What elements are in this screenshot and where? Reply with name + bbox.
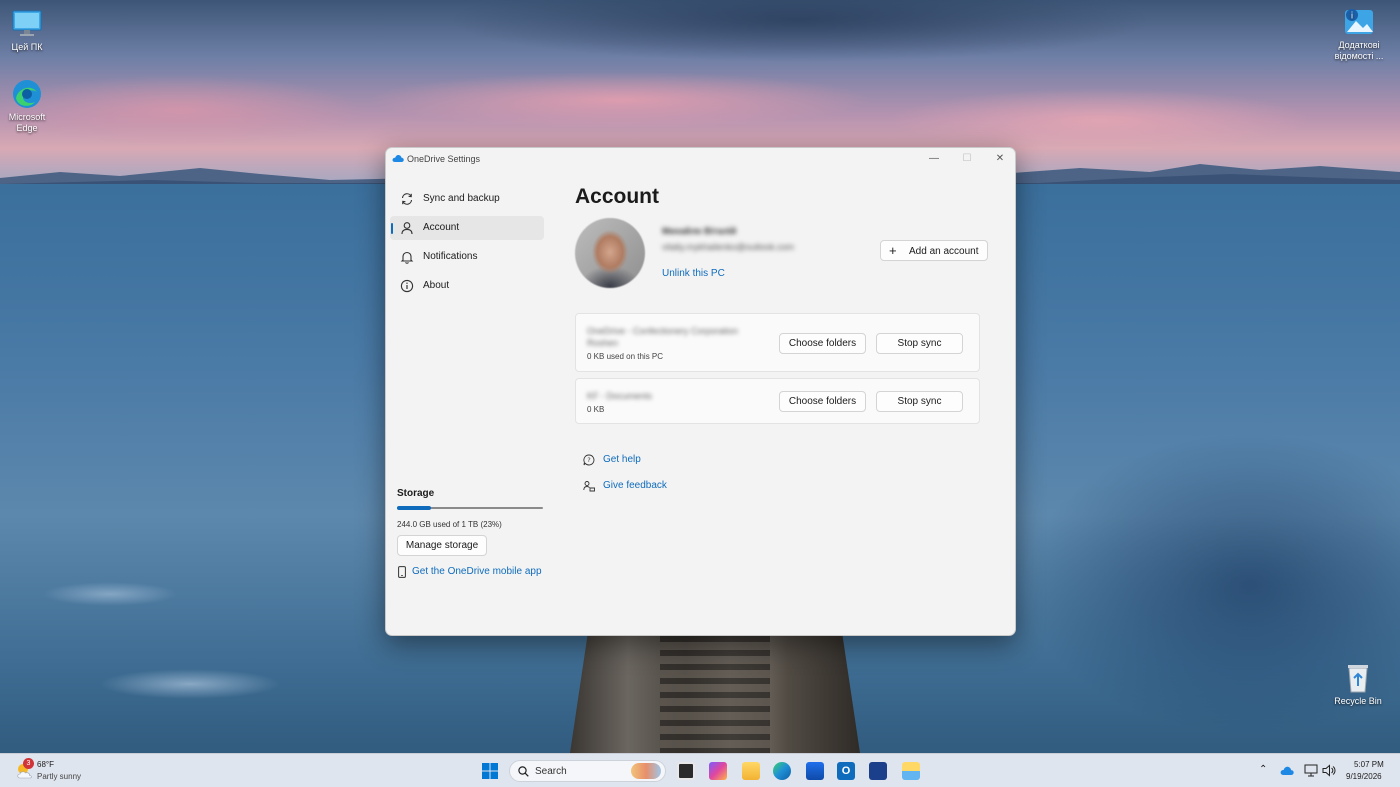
nav-item-label: About xyxy=(423,280,450,291)
edge-icon xyxy=(11,78,43,110)
get-help-link[interactable]: Get help xyxy=(603,454,641,465)
unlink-pc-link[interactable]: Unlink this PC xyxy=(662,268,725,279)
avatar xyxy=(575,218,645,288)
choose-folders-button[interactable]: Choose folders xyxy=(779,333,866,354)
sync-icon xyxy=(401,193,413,205)
desktop-icon-this-pc[interactable]: Цей ПК xyxy=(0,8,57,53)
sync-item-name: OneDrive - Confectionery Corporation xyxy=(587,326,739,336)
volume-icon[interactable] xyxy=(1322,764,1336,777)
onedrive-settings-window: OneDrive Settings — ☐ ✕ Sync and backup … xyxy=(385,147,1016,636)
sync-item-usage: 0 KB xyxy=(587,405,605,414)
feedback-icon xyxy=(583,481,595,492)
desktop-icon-label: Recycle Bin xyxy=(1334,696,1382,706)
give-feedback-link[interactable]: Give feedback xyxy=(603,480,667,491)
minimize-button[interactable]: — xyxy=(919,150,949,168)
desktop-icon-recycle-bin[interactable]: Recycle Bin xyxy=(1328,662,1388,707)
recycle-bin-icon xyxy=(1342,662,1374,694)
clock-time[interactable]: 5:07 PM xyxy=(1354,760,1384,769)
plus-icon: + xyxy=(889,243,897,258)
outlook-icon[interactable]: O xyxy=(837,762,855,780)
storage-progress-bar xyxy=(397,506,543,510)
file-explorer-icon[interactable] xyxy=(742,762,760,780)
phone-icon xyxy=(398,566,406,578)
store-icon[interactable] xyxy=(806,762,824,780)
account-name: Михайло Віталій xyxy=(662,226,737,236)
onedrive-cloud-icon xyxy=(392,155,404,162)
search-highlight-icon xyxy=(631,763,661,779)
taskbar: 3 68°F Partly sunny Search O ⌃ 5:07 PM 9… xyxy=(0,753,1400,787)
storage-progress-fill xyxy=(397,506,431,510)
stop-sync-button[interactable]: Stop sync xyxy=(876,391,963,412)
svg-text:i: i xyxy=(1351,12,1354,22)
search-placeholder: Search xyxy=(535,766,567,777)
terminal-icon[interactable] xyxy=(869,762,887,780)
photo-info-icon: i xyxy=(1343,6,1375,38)
task-view-icon[interactable] xyxy=(677,762,695,780)
storage-summary: 244.0 GB used of 1 TB (23%) xyxy=(397,520,502,529)
wallpaper-pier-planks xyxy=(660,636,770,753)
info-icon xyxy=(400,279,414,293)
page-title: Account xyxy=(575,185,659,208)
window-title: OneDrive Settings xyxy=(407,154,481,164)
stop-sync-button[interactable]: Stop sync xyxy=(876,333,963,354)
sync-item: KF - Documents 0 KB Choose folders Stop … xyxy=(575,378,980,424)
search-icon xyxy=(518,766,529,777)
clock-date[interactable]: 9/19/2026 xyxy=(1346,772,1382,781)
weather-temperature[interactable]: 68°F xyxy=(37,760,54,769)
storage-heading: Storage xyxy=(397,488,435,499)
monitor-icon xyxy=(11,8,43,40)
taskbar-search-box[interactable]: Search xyxy=(509,760,666,782)
add-account-label: Add an account xyxy=(909,246,979,257)
active-indicator xyxy=(391,223,393,234)
nav-item-about[interactable]: About xyxy=(390,274,544,298)
copilot-icon[interactable] xyxy=(709,762,727,780)
manage-storage-button[interactable]: Manage storage xyxy=(397,535,487,556)
chevron-up-icon[interactable]: ⌃ xyxy=(1259,764,1267,775)
desktop-icon-edge[interactable]: Microsoft Edge xyxy=(0,78,57,134)
network-icon[interactable] xyxy=(1304,764,1318,777)
weather-alert-badge: 3 xyxy=(23,758,34,769)
onedrive-tray-icon[interactable] xyxy=(1280,765,1294,776)
help-icon: ? xyxy=(583,454,595,466)
folder-sync-icon[interactable] xyxy=(902,762,920,780)
choose-folders-button[interactable]: Choose folders xyxy=(779,391,866,412)
sync-item-name: KF - Documents xyxy=(587,391,653,401)
desktop-icon-label: Додаткові відомості ... xyxy=(1334,40,1384,61)
sync-item-usage: 0 KB used on this PC xyxy=(587,352,664,361)
add-account-button[interactable]: + Add an account xyxy=(880,240,988,261)
edge-taskbar-icon[interactable] xyxy=(773,762,791,780)
sync-item-name-line2: Roshen xyxy=(587,338,619,348)
title-bar[interactable]: OneDrive Settings — ☐ ✕ xyxy=(386,148,1015,170)
start-icon[interactable] xyxy=(481,762,499,780)
get-mobile-app-link[interactable]: Get the OneDrive mobile app xyxy=(412,566,542,577)
nav-item-label: Sync and backup xyxy=(423,193,500,204)
svg-text:?: ? xyxy=(587,456,590,464)
nav-item-sync-and-backup[interactable]: Sync and backup xyxy=(390,187,544,211)
nav-item-label: Account xyxy=(423,222,460,233)
nav-item-notifications[interactable]: Notifications xyxy=(390,245,544,269)
nav-item-account[interactable]: Account xyxy=(390,216,544,240)
close-button[interactable]: ✕ xyxy=(985,150,1015,168)
maximize-button[interactable]: ☐ xyxy=(952,150,982,168)
bell-icon xyxy=(400,251,414,264)
sync-item: OneDrive - Confectionery Corporation Ros… xyxy=(575,313,980,372)
desktop-icon-label: Microsoft Edge xyxy=(8,112,46,133)
weather-widget-icon[interactable]: 3 xyxy=(14,758,36,782)
account-email: vitaliy.mykhailenko@outlook.com xyxy=(662,242,795,252)
desktop-icon-extra-info[interactable]: i Додаткові відомості ... xyxy=(1329,6,1389,62)
nav-item-label: Notifications xyxy=(423,251,478,262)
person-icon xyxy=(401,222,413,235)
desktop-icon-label: Цей ПК xyxy=(11,42,43,52)
weather-description[interactable]: Partly sunny xyxy=(37,772,81,781)
